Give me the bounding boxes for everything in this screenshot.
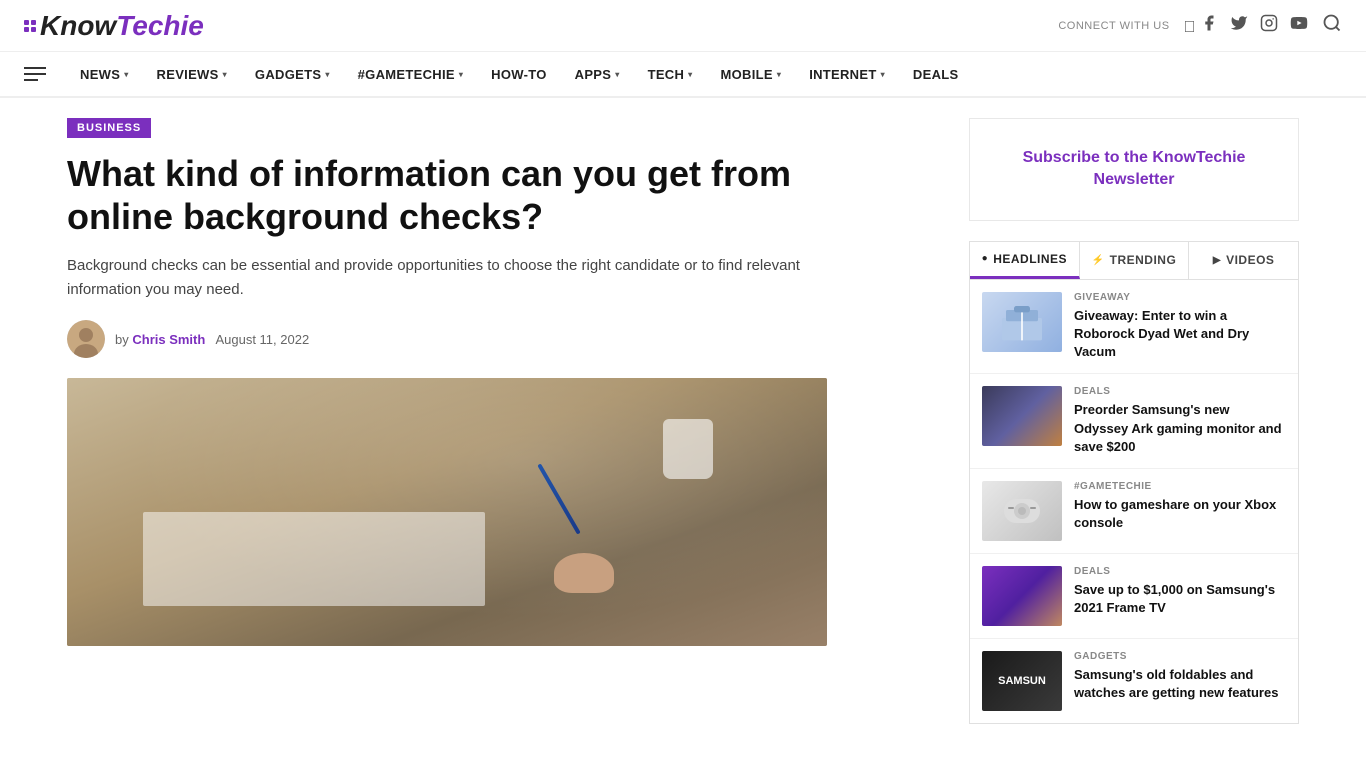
- top-right-bar: CONNECT WITH US : [1058, 13, 1342, 38]
- news-category-4: DEALS: [1074, 566, 1286, 577]
- tab-headlines-label: HEADLINES: [993, 252, 1067, 266]
- tab-trending-label: TRENDING: [1110, 253, 1177, 267]
- avatar: [67, 320, 105, 358]
- sidebar: Subscribe to the KnowTechie Newsletter ●…: [969, 118, 1299, 724]
- news-text-4: DEALS Save up to $1,000 on Samsung's 202…: [1074, 566, 1286, 626]
- logo-know: Know: [40, 10, 116, 42]
- main-content: BUSINESS What kind of information can yo…: [67, 118, 937, 724]
- news-title-3: How to gameshare on your Xbox console: [1074, 496, 1286, 532]
- news-title-1: Giveaway: Enter to win a Roborock Dyad W…: [1074, 307, 1286, 362]
- nav-item-internet[interactable]: INTERNET ▾: [795, 51, 899, 97]
- newsletter-box: Subscribe to the KnowTechie Newsletter: [969, 118, 1299, 221]
- list-item[interactable]: GIVEAWAY Giveaway: Enter to win a Roboro…: [970, 280, 1298, 375]
- news-text-3: #GAMETECHIE How to gameshare on your Xbo…: [1074, 481, 1286, 541]
- news-text-1: GIVEAWAY Giveaway: Enter to win a Roboro…: [1074, 292, 1286, 362]
- list-item[interactable]: DEALS Save up to $1,000 on Samsung's 202…: [970, 554, 1298, 639]
- social-icons: : [1184, 14, 1308, 37]
- news-list: GIVEAWAY Giveaway: Enter to win a Roboro…: [969, 279, 1299, 724]
- category-badge[interactable]: BUSINESS: [67, 118, 151, 138]
- search-icon[interactable]: [1322, 13, 1342, 38]
- nav-bar: NEWS ▾ REVIEWS ▾ GADGETS ▾ #GAMETECHIE ▾…: [0, 52, 1366, 98]
- author-row: by Chris Smith August 11, 2022: [67, 320, 937, 358]
- news-category-2: DEALS: [1074, 386, 1286, 397]
- pen-decoration: [537, 464, 580, 535]
- author-info: by Chris Smith August 11, 2022: [115, 332, 309, 347]
- article-image-bg: [67, 378, 827, 646]
- nav-arrow: ▾: [223, 70, 227, 79]
- news-category-3: #GAMETECHIE: [1074, 481, 1286, 492]
- logo-techie: Techie: [116, 10, 204, 42]
- article-date: August 11, 2022: [215, 332, 309, 347]
- nav-arrow: ▾: [459, 70, 463, 79]
- nav-arrow: ▾: [688, 70, 692, 79]
- tab-headlines[interactable]: ● HEADLINES: [970, 242, 1080, 279]
- nav-arrow: ▾: [777, 70, 781, 79]
- news-category-5: GADGETS: [1074, 651, 1286, 662]
- nav-item-deals[interactable]: DEALS: [899, 51, 973, 97]
- newsletter-title: Subscribe to the KnowTechie Newsletter: [990, 147, 1278, 192]
- nav-arrow: ▾: [325, 70, 329, 79]
- article-title: What kind of information can you get fro…: [67, 152, 827, 238]
- page-wrap: BUSINESS What kind of information can yo…: [43, 98, 1323, 744]
- hand-decoration: [554, 553, 614, 593]
- nav-arrow: ▾: [881, 70, 885, 79]
- author-by: by: [115, 332, 129, 347]
- trending-icon: ⚡: [1092, 255, 1105, 266]
- tab-trending[interactable]: ⚡ TRENDING: [1080, 242, 1190, 279]
- news-title-5: Samsung's old foldables and watches are …: [1074, 666, 1286, 702]
- nav-item-gametechie[interactable]: #GAMETECHIE ▾: [344, 51, 478, 97]
- sidebar-tabs: ● HEADLINES ⚡ TRENDING ▶ VIDEOS: [969, 241, 1299, 279]
- nav-item-news[interactable]: NEWS ▾: [66, 51, 143, 97]
- nav-item-reviews[interactable]: REVIEWS ▾: [143, 51, 241, 97]
- news-title-2: Preorder Samsung's new Odyssey Ark gamin…: [1074, 401, 1286, 456]
- videos-icon: ▶: [1213, 255, 1221, 266]
- news-text-2: DEALS Preorder Samsung's new Odyssey Ark…: [1074, 386, 1286, 456]
- nav-arrow: ▾: [124, 70, 128, 79]
- top-bar: Know Techie CONNECT WITH US : [0, 0, 1366, 52]
- mug-decoration: [663, 419, 713, 479]
- news-thumb-3: [982, 481, 1062, 541]
- facebook-icon[interactable]: : [1184, 14, 1218, 37]
- news-thumb-4: [982, 566, 1062, 626]
- news-text-5: GADGETS Samsung's old foldables and watc…: [1074, 651, 1286, 711]
- site-logo[interactable]: Know Techie: [24, 10, 204, 42]
- nav-item-mobile[interactable]: MOBILE ▾: [707, 51, 796, 97]
- news-title-4: Save up to $1,000 on Samsung's 2021 Fram…: [1074, 581, 1286, 617]
- nav-item-apps[interactable]: APPS ▾: [561, 51, 634, 97]
- headlines-icon: ●: [982, 253, 989, 264]
- news-category-1: GIVEAWAY: [1074, 292, 1286, 303]
- list-item[interactable]: DEALS Preorder Samsung's new Odyssey Ark…: [970, 374, 1298, 469]
- author-name[interactable]: Chris Smith: [132, 332, 205, 347]
- news-thumb-2: [982, 386, 1062, 446]
- article-subtitle: Background checks can be essential and p…: [67, 254, 827, 302]
- tab-videos-label: VIDEOS: [1226, 253, 1274, 267]
- logo-dots: [24, 20, 36, 32]
- tab-videos[interactable]: ▶ VIDEOS: [1189, 242, 1298, 279]
- nav-item-gadgets[interactable]: GADGETS ▾: [241, 51, 344, 97]
- news-thumb-1: [982, 292, 1062, 352]
- instagram-icon[interactable]: [1260, 14, 1278, 37]
- news-thumb-5: SAMSUN: [982, 651, 1062, 711]
- twitter-icon[interactable]: [1230, 14, 1248, 37]
- connect-label: CONNECT WITH US: [1058, 20, 1169, 32]
- article-image: [67, 378, 827, 646]
- list-item[interactable]: SAMSUN GADGETS Samsung's old foldables a…: [970, 639, 1298, 723]
- youtube-icon[interactable]: [1290, 14, 1308, 37]
- nav-item-tech[interactable]: TECH ▾: [634, 51, 707, 97]
- nav-arrow: ▾: [615, 70, 619, 79]
- paper-decoration: [143, 512, 485, 606]
- nav-item-howto[interactable]: HOW-TO: [477, 51, 560, 97]
- hamburger-menu[interactable]: [24, 67, 46, 81]
- list-item[interactable]: #GAMETECHIE How to gameshare on your Xbo…: [970, 469, 1298, 554]
